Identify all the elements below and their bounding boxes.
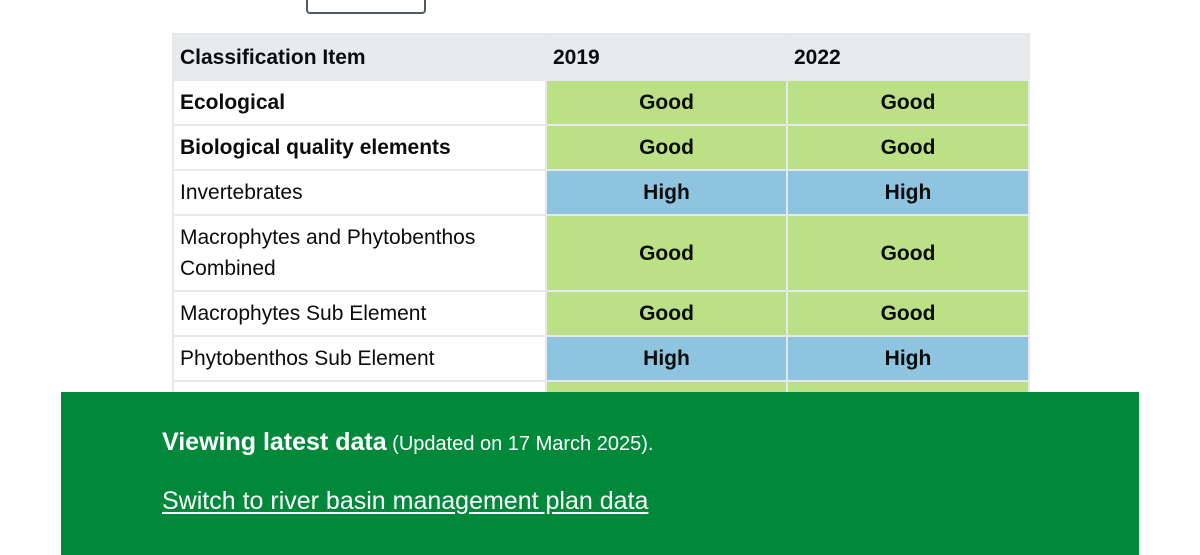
page: Classification Item 2019 2022 Ecological… [0,0,1200,555]
status-2022: Good [786,214,1030,292]
row-label-biological-quality-elements: Biological quality elements [172,124,547,171]
status-2022: Good [786,124,1030,171]
switch-to-rbmp-data-link[interactable]: Switch to river basin management plan da… [162,487,648,516]
table-row: Macrophytes and Phytobenthos Combined Go… [172,214,1030,292]
data-version-banner: Viewing latest data (Updated on 17 March… [61,392,1139,555]
banner-title: Viewing latest data [162,428,387,456]
status-2019: Good [545,79,788,126]
header-classification-item: Classification Item [172,33,547,81]
header-2019: 2019 [545,33,788,81]
banner-status-line: Viewing latest data (Updated on 17 March… [162,428,653,457]
status-2022: High [786,169,1030,216]
table-row: Biological quality elements Good Good [172,124,1030,171]
row-label-invertebrates: Invertebrates [172,169,547,216]
table-row: Phytobenthos Sub Element High High [172,335,1030,382]
status-2022: Good [786,290,1030,337]
status-2022: High [786,335,1030,382]
table-row: Invertebrates High High [172,169,1030,216]
table-row: Macrophytes Sub Element Good Good [172,290,1030,337]
status-2022: Good [786,79,1030,126]
table-header-row: Classification Item 2019 2022 [172,33,1030,81]
status-2019: Good [545,214,788,292]
status-2019: Good [545,290,788,337]
status-2019: Good [545,124,788,171]
classification-table: Classification Item 2019 2022 Ecological… [172,33,1030,427]
row-label-macrophytes-phytobenthos-combined: Macrophytes and Phytobenthos Combined [172,214,547,292]
top-button[interactable] [306,0,426,14]
row-label-phytobenthos-sub-element: Phytobenthos Sub Element [172,335,547,382]
status-2019: High [545,335,788,382]
row-label-macrophytes-sub-element: Macrophytes Sub Element [172,290,547,337]
header-2022: 2022 [786,33,1030,81]
banner-updated-text: (Updated on 17 March 2025). [392,433,654,455]
table-row: Ecological Good Good [172,79,1030,126]
status-2019: High [545,169,788,216]
row-label-ecological: Ecological [172,79,547,126]
